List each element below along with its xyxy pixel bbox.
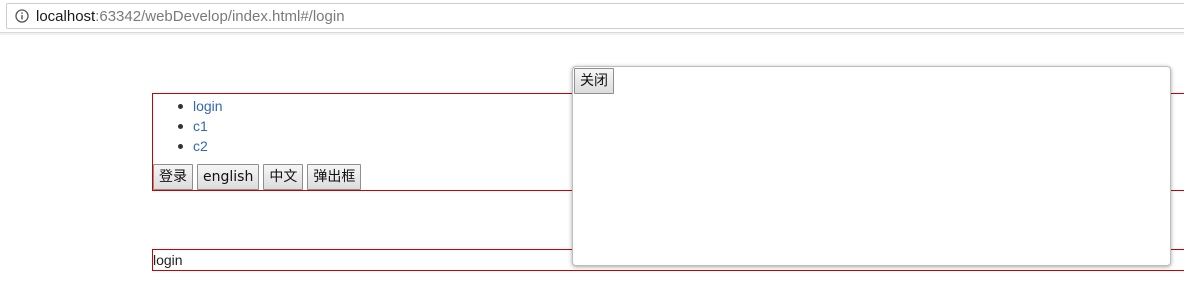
popup-button[interactable]: 弹出框 xyxy=(307,164,362,190)
login-button[interactable]: 登录 xyxy=(153,164,193,190)
url-host: localhost xyxy=(36,8,96,25)
chinese-button[interactable]: 中文 xyxy=(263,164,304,190)
modal-dialog: 关闭 xyxy=(572,66,1171,266)
url-field[interactable]: localhost:63342/webDevelop/index.html#/l… xyxy=(6,3,1184,29)
english-button[interactable]: english xyxy=(197,164,260,190)
nav-item-c1: c1 xyxy=(153,116,223,136)
view-text: login xyxy=(153,252,183,268)
url-path: :63342/webDevelop/index.html#/login xyxy=(95,8,345,25)
nav-link-login[interactable]: login xyxy=(193,98,223,114)
bullet-icon xyxy=(178,124,183,129)
browser-address-bar: localhost:63342/webDevelop/index.html#/l… xyxy=(0,0,1184,35)
nav-link-c2[interactable]: c2 xyxy=(193,138,208,154)
close-button[interactable]: 关闭 xyxy=(574,68,614,94)
nav-item-c2: c2 xyxy=(153,136,223,156)
bullet-icon xyxy=(178,144,183,149)
info-icon[interactable] xyxy=(15,9,29,23)
nav-item-login: login xyxy=(153,96,223,116)
button-row: 登录 english 中文 弹出框 xyxy=(153,164,362,190)
nav-list: login c1 c2 xyxy=(153,96,223,156)
bullet-icon xyxy=(178,104,183,109)
url-text[interactable]: localhost:63342/webDevelop/index.html#/l… xyxy=(36,8,345,25)
nav-link-c1[interactable]: c1 xyxy=(193,118,208,134)
